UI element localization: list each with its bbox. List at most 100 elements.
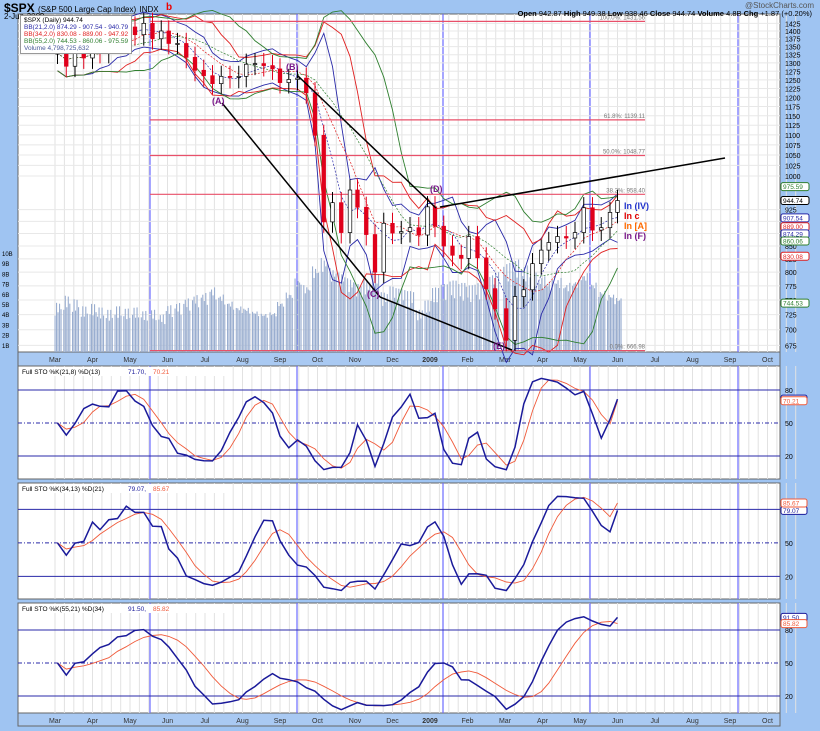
volume-bar: [285, 292, 287, 352]
volume-bar: [222, 294, 224, 352]
volume-bar: [477, 283, 479, 352]
volume-bar: [246, 310, 248, 352]
volume-bar: [582, 276, 584, 352]
candle-body: [459, 254, 464, 259]
volume-bar: [265, 313, 267, 352]
candle-body: [312, 92, 318, 136]
volume-bar: [170, 305, 172, 352]
volume-bar: [353, 282, 355, 352]
volume-bar: [57, 312, 59, 352]
volume-bar: [378, 274, 380, 352]
candle-body: [615, 200, 620, 213]
candle-body: [277, 68, 283, 83]
volume-bar: [470, 301, 472, 352]
volume-tick: 4B: [2, 313, 9, 319]
month-label: Apr: [87, 718, 99, 725]
volume-bar: [129, 317, 131, 352]
volume-bar: [151, 310, 153, 352]
volume-bar: [608, 294, 610, 352]
volume-bar: [560, 277, 562, 352]
volume-bar: [404, 290, 406, 352]
volume-bar: [342, 281, 344, 352]
volume-bar: [167, 306, 169, 352]
volume-bar: [120, 315, 122, 352]
candle-body: [466, 236, 471, 259]
month-label: Aug: [236, 718, 249, 725]
volume-bar: [91, 303, 93, 352]
label-in-c: In c: [624, 211, 640, 221]
sto-tick: 50: [785, 541, 793, 548]
candle-body: [295, 77, 300, 80]
month-label: Jun: [162, 718, 173, 725]
month-label: Dec: [386, 718, 399, 725]
candle-body: [546, 242, 551, 251]
price-tick: 1100: [785, 133, 800, 140]
month-label: Sep: [274, 718, 287, 725]
wave-label-b: (B): [286, 62, 299, 72]
volume-bar: [303, 285, 305, 352]
volume-bar: [313, 277, 315, 352]
volume-bar: [297, 281, 299, 352]
volume-bar: [413, 292, 415, 352]
wave-mark: b: [166, 2, 173, 13]
volume-bar: [322, 271, 324, 352]
sto-tick: 20: [785, 574, 793, 581]
volume-bar: [394, 297, 396, 352]
volume-bar: [566, 285, 568, 352]
volume-tick: 8B: [2, 272, 9, 278]
volume-bar: [518, 259, 520, 352]
candle-body: [236, 76, 241, 78]
volume-bar: [380, 292, 382, 352]
candle-body: [339, 202, 344, 233]
volume-bar: [142, 311, 144, 352]
volume-bar: [509, 262, 511, 352]
month-label: Aug: [686, 357, 699, 364]
volume-bar: [344, 277, 346, 352]
month-label: Apr: [537, 357, 549, 364]
price-tick: 1300: [785, 61, 801, 68]
price-marker-label: 975.59: [783, 184, 803, 191]
volume-bar: [455, 280, 457, 352]
volume-bar: [103, 315, 105, 352]
month-label: Jun: [612, 357, 623, 364]
sto-marker-label: 79.07: [783, 508, 800, 515]
candle-body: [244, 63, 249, 77]
volume-bar: [75, 310, 77, 352]
volume-bar: [211, 289, 213, 352]
volume-bar: [354, 282, 356, 352]
volume-bar: [59, 303, 61, 352]
volume-bar: [63, 309, 65, 352]
volume-bar: [230, 306, 232, 352]
volume-bar: [116, 306, 118, 352]
volume-bar: [244, 309, 246, 352]
volume-bar: [465, 286, 467, 352]
candle-body: [286, 79, 291, 83]
volume-bar: [80, 316, 82, 352]
price-tick: 1275: [785, 69, 801, 76]
volume-bar: [567, 291, 569, 352]
volume-bar: [92, 315, 94, 352]
month-label: Oct: [762, 718, 773, 725]
month-label: Feb: [461, 357, 473, 364]
volume-bar: [531, 281, 533, 352]
month-label: Feb: [461, 718, 473, 725]
month-label: Mar: [49, 357, 62, 364]
volume-bar: [410, 291, 412, 352]
volume-bar: [347, 278, 349, 352]
price-tick: 1250: [785, 78, 801, 85]
candle-body: [564, 236, 569, 239]
month-label: Sep: [724, 357, 737, 364]
volume-bar: [86, 313, 88, 352]
volume-bar: [332, 270, 334, 352]
volume-bar: [124, 308, 126, 352]
volume-tick: 3B: [2, 323, 9, 329]
volume-bar: [123, 316, 125, 352]
price-tick: 1200: [785, 95, 801, 102]
month-label: May: [123, 718, 137, 725]
volume-bar: [82, 306, 84, 352]
candle-body: [321, 134, 326, 223]
volume-bar: [281, 303, 283, 352]
volume-bar: [203, 301, 205, 352]
price-tick: 1225: [785, 87, 801, 94]
volume-bar: [436, 302, 438, 352]
